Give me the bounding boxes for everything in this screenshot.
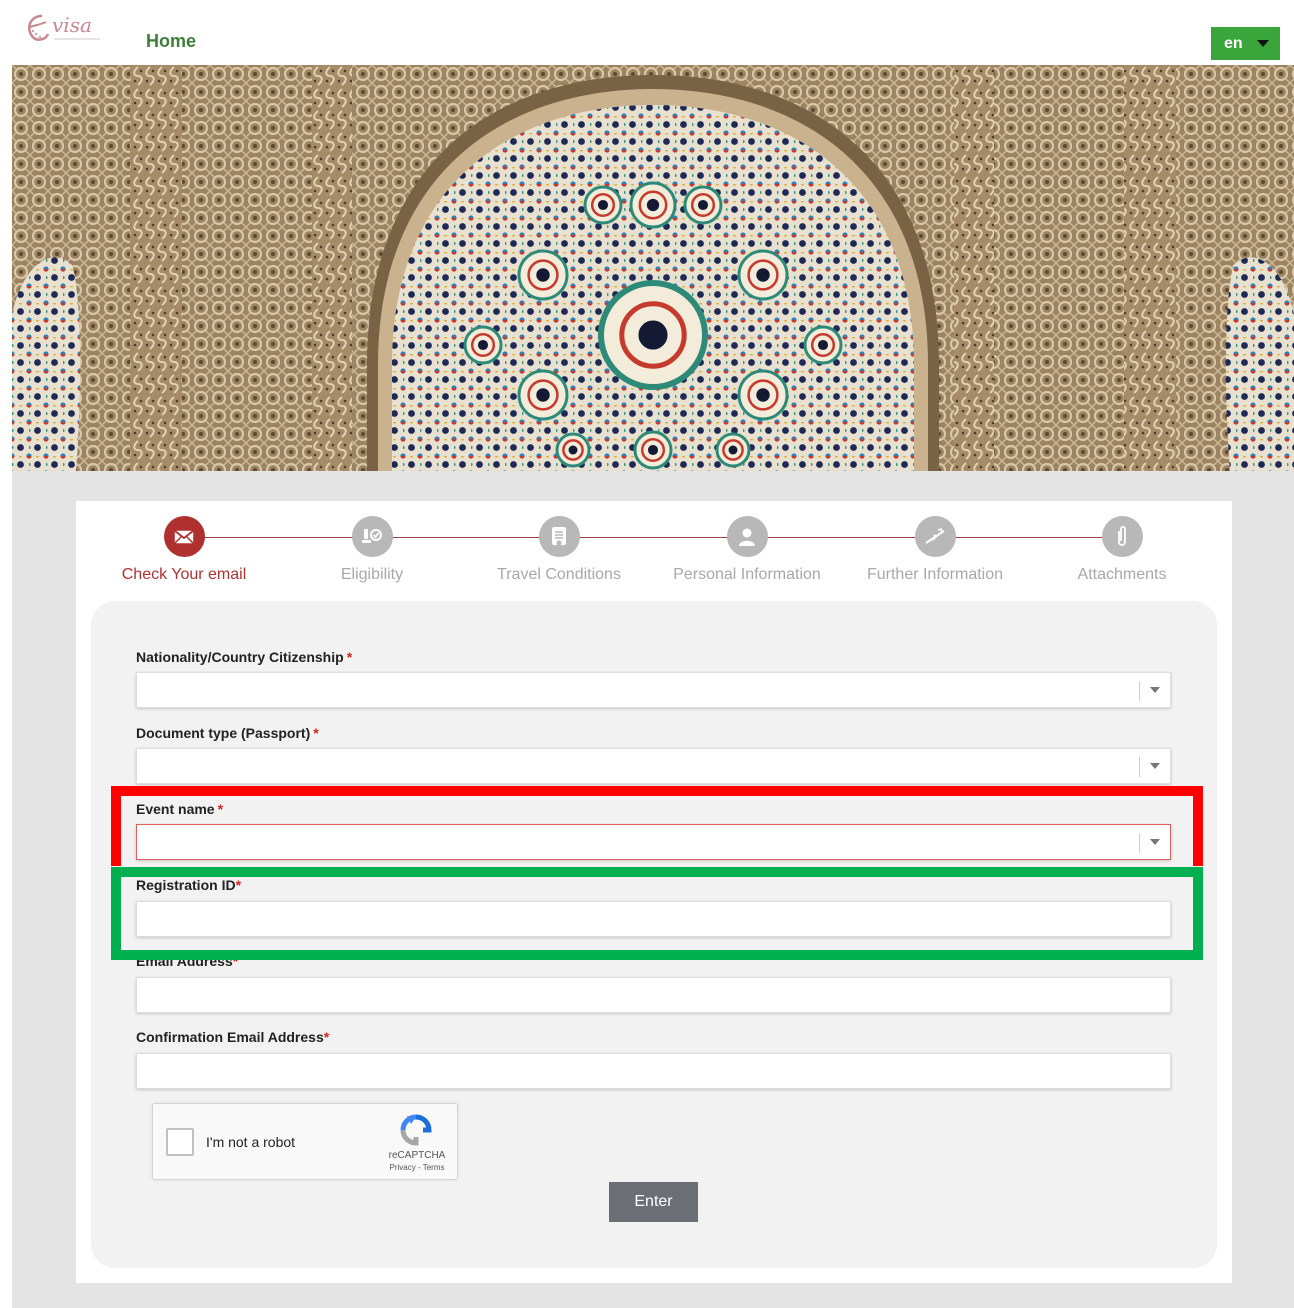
eligibility-icon <box>351 516 393 557</box>
select-separator <box>1139 681 1140 701</box>
home-link[interactable]: Home <box>146 31 196 52</box>
step-attachments[interactable]: Attachments <box>1022 516 1222 584</box>
paperclip-icon <box>1101 516 1143 557</box>
step-eligibility[interactable]: Eligibility <box>272 516 472 584</box>
hero-banner <box>12 65 1294 471</box>
dropdown-arrow-icon <box>1150 687 1160 693</box>
recaptcha-links[interactable]: Privacy - Terms <box>385 1163 449 1172</box>
confirm-email-input[interactable] <box>136 1053 1171 1089</box>
document-icon <box>538 516 580 557</box>
nationality-select[interactable] <box>136 672 1171 708</box>
evisa-logo[interactable]: visa <box>24 8 108 48</box>
step-label: Eligibility <box>340 566 404 583</box>
plane-icon <box>914 516 956 557</box>
nationality-label: Nationality/Country Citizenship * <box>136 649 353 665</box>
top-header: visa Home en <box>0 0 1294 65</box>
step-check-email[interactable]: Check Your email <box>84 516 284 584</box>
step-label: Personal Information <box>673 566 821 583</box>
select-separator <box>1139 833 1140 853</box>
language-value: en <box>1224 34 1243 52</box>
person-icon <box>726 516 768 557</box>
step-label: Attachments <box>1077 566 1167 583</box>
recaptcha-widget: I'm not a robot reCAPTCHA Privacy - Term… <box>152 1103 458 1180</box>
select-separator <box>1139 757 1140 777</box>
recaptcha-logo-icon <box>399 1114 433 1151</box>
email-input[interactable] <box>136 977 1171 1013</box>
document-type-label: Document type (Passport) * <box>136 725 319 741</box>
step-travel-conditions[interactable]: Travel Conditions <box>459 516 659 584</box>
registration-id-label: Registration ID* <box>136 877 242 893</box>
step-label: Travel Conditions <box>497 566 621 583</box>
enter-button[interactable]: Enter <box>609 1182 698 1222</box>
logo-text: visa <box>52 13 92 37</box>
dropdown-arrow-icon <box>1150 763 1160 769</box>
email-label: Email Address* <box>136 953 239 969</box>
confirm-email-label: Confirmation Email Address* <box>136 1029 330 1045</box>
recaptcha-label: I'm not a robot <box>206 1134 296 1150</box>
event-name-select[interactable] <box>136 824 1171 860</box>
caret-down-icon <box>1257 40 1269 47</box>
step-label: Further Information <box>866 566 1004 583</box>
step-personal-information[interactable]: Personal Information <box>647 516 847 584</box>
language-selector[interactable]: en <box>1211 27 1280 60</box>
step-label: Check Your email <box>121 566 247 583</box>
recaptcha-brand: reCAPTCHA <box>388 1150 446 1161</box>
dropdown-arrow-icon <box>1150 839 1160 845</box>
registration-id-input[interactable] <box>136 901 1171 937</box>
event-name-label: Event name * <box>136 801 224 817</box>
recaptcha-checkbox[interactable] <box>166 1128 194 1156</box>
envelope-icon <box>163 516 205 557</box>
step-further-information[interactable]: Further Information <box>835 516 1035 584</box>
document-type-select[interactable] <box>136 748 1171 784</box>
